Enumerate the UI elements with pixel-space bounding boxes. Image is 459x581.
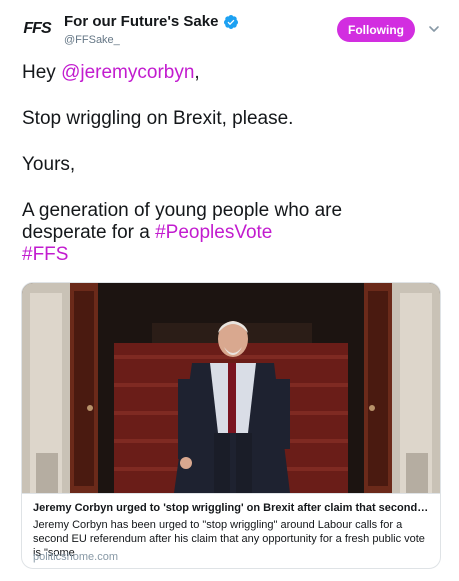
avatar[interactable]: FFS (22, 14, 52, 44)
chevron-down-icon[interactable] (428, 23, 440, 35)
tweet-line-signoff: Yours, (22, 154, 76, 175)
tweet-line-signature-2: desperate for a #PeoplesVote (22, 222, 442, 244)
hashtag-ffs[interactable]: #FFS (22, 244, 68, 265)
greeting-text: Hey (22, 62, 62, 83)
card-body[interactable]: Jeremy Corbyn urged to 'stop wriggling' … (22, 493, 440, 568)
signature-text: desperate for a (22, 222, 156, 243)
link-preview-card[interactable]: Jeremy Corbyn urged to 'stop wriggling' … (21, 282, 441, 569)
tweet-line-body: Stop wriggling on Brexit, please. (22, 108, 294, 129)
avatar-logo-text: FFS (23, 20, 51, 37)
verified-badge-icon (224, 14, 239, 29)
card-domain: politicshome.com (33, 551, 118, 563)
card-title[interactable]: Jeremy Corbyn urged to 'stop wriggling' … (33, 502, 431, 514)
tweet-line-greeting: Hey @jeremycorbyn, (22, 62, 442, 84)
mention-link[interactable]: @jeremycorbyn (61, 62, 194, 83)
tweet-text: Hey @jeremycorbyn, Stop wriggling on Bre… (22, 62, 442, 266)
handle[interactable]: @FFSake_ (64, 34, 120, 46)
hashtag-peoplesvote[interactable]: #PeoplesVote (155, 222, 272, 243)
card-image[interactable] (22, 283, 440, 493)
following-button[interactable]: Following (337, 17, 415, 42)
greeting-suffix: , (194, 62, 200, 83)
display-name[interactable]: For our Future's Sake (64, 13, 218, 30)
tweet-line-hashtag: #FFS (22, 244, 442, 266)
tweet-line-signature: A generation of young people who are (22, 200, 343, 221)
author-name-row: For our Future's Sake (64, 13, 239, 30)
